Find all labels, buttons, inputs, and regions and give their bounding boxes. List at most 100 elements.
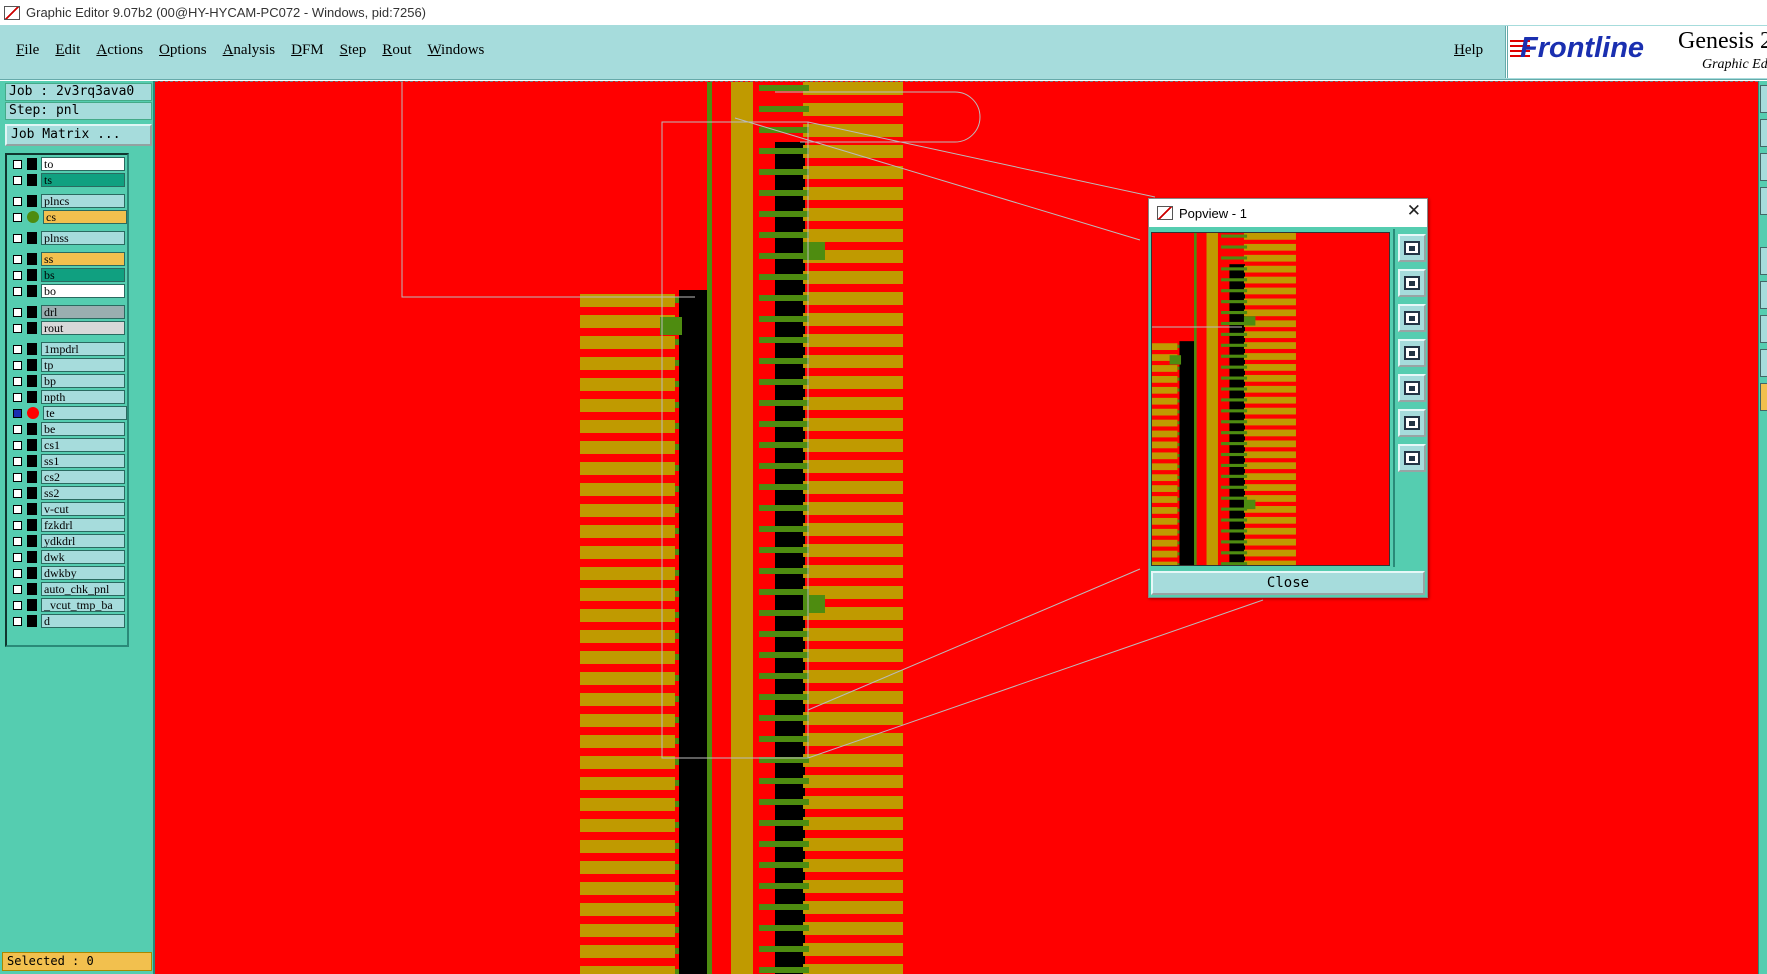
layer-checkbox[interactable] bbox=[13, 376, 22, 386]
layer-row-v-cut[interactable]: v-cut bbox=[9, 502, 127, 516]
layer-row-ts[interactable]: ts bbox=[9, 173, 127, 187]
layer-row-ss1[interactable]: ss1 bbox=[9, 454, 127, 468]
pan-right-icon[interactable] bbox=[1398, 374, 1426, 402]
layer-name[interactable]: bp bbox=[41, 374, 125, 388]
layer-name[interactable]: plncs bbox=[41, 194, 125, 208]
layer-checkbox[interactable] bbox=[13, 392, 22, 402]
layer-checkbox[interactable] bbox=[13, 616, 22, 626]
layer-row-be[interactable]: be bbox=[9, 422, 127, 436]
layer-row-dwk[interactable]: dwk bbox=[9, 550, 127, 564]
pan-down-icon[interactable] bbox=[1398, 304, 1426, 332]
layer-name[interactable]: ss1 bbox=[41, 454, 125, 468]
layer-name[interactable]: dwkby bbox=[41, 566, 125, 580]
layer-name[interactable]: be bbox=[41, 422, 125, 436]
menu-file[interactable]: File bbox=[8, 42, 47, 59]
layer-checkbox[interactable] bbox=[13, 472, 22, 482]
menu-dfm[interactable]: DFM bbox=[283, 42, 332, 59]
layer-checkbox[interactable] bbox=[13, 440, 22, 450]
layer-row-cs1[interactable]: cs1 bbox=[9, 438, 127, 452]
layer-checkbox[interactable] bbox=[13, 323, 22, 333]
layer-name[interactable]: cs2 bbox=[41, 470, 125, 484]
layer-row-cs[interactable]: cs bbox=[9, 210, 127, 224]
layer-row-plnss[interactable]: plnss bbox=[9, 231, 127, 245]
zoom-fit-icon[interactable] bbox=[1398, 234, 1426, 262]
layer-row-bp[interactable]: bp bbox=[9, 374, 127, 388]
layer-row-ss[interactable]: ss bbox=[9, 252, 127, 266]
layer-row-te[interactable]: te bbox=[9, 406, 127, 420]
menu-options[interactable]: Options bbox=[151, 42, 215, 59]
layer-checkbox[interactable] bbox=[13, 212, 22, 222]
layer-name[interactable]: cs bbox=[43, 210, 127, 224]
menu-rout[interactable]: Rout bbox=[374, 42, 419, 59]
layer-name[interactable]: bs bbox=[41, 268, 125, 282]
layer-checkbox[interactable] bbox=[13, 600, 22, 610]
layer-name[interactable]: tp bbox=[41, 358, 125, 372]
menu-actions[interactable]: Actions bbox=[88, 42, 151, 59]
menu-edit[interactable]: Edit bbox=[47, 42, 88, 59]
right-tool-button[interactable] bbox=[1760, 315, 1767, 343]
layer-name[interactable]: d bbox=[41, 614, 125, 628]
pan-left-icon[interactable] bbox=[1398, 339, 1426, 367]
layer-checkbox[interactable] bbox=[13, 175, 22, 185]
layer-name[interactable]: ss bbox=[41, 252, 125, 266]
close-icon[interactable]: ✕ bbox=[1407, 201, 1421, 221]
layer-row-to[interactable]: to bbox=[9, 157, 127, 171]
layer-name[interactable]: dwk bbox=[41, 550, 125, 564]
right-tool-button[interactable] bbox=[1760, 281, 1767, 309]
layer-checkbox[interactable] bbox=[13, 456, 22, 466]
layer-row-fzkdrl[interactable]: fzkdrl bbox=[9, 518, 127, 532]
popview-viewport[interactable] bbox=[1151, 232, 1390, 566]
layer-checkbox[interactable] bbox=[13, 196, 22, 206]
layer-row-bo[interactable]: bo bbox=[9, 284, 127, 298]
layer-checkbox[interactable] bbox=[13, 159, 22, 169]
layer-checkbox[interactable] bbox=[13, 568, 22, 578]
layer-name[interactable]: _vcut_tmp_ba bbox=[41, 598, 125, 612]
layer-row-npth[interactable]: npth bbox=[9, 390, 127, 404]
layer-name[interactable]: ts bbox=[41, 173, 125, 187]
right-tool-button[interactable] bbox=[1760, 247, 1767, 275]
layer-row-dwkby[interactable]: dwkby bbox=[9, 566, 127, 580]
layer-row-auto_chk_pnl[interactable]: auto_chk_pnl bbox=[9, 582, 127, 596]
menu-analysis[interactable]: Analysis bbox=[215, 42, 284, 59]
layer-checkbox[interactable] bbox=[13, 552, 22, 562]
menu-help[interactable]: Help bbox=[1446, 42, 1491, 59]
layer-checkbox[interactable] bbox=[13, 488, 22, 498]
layer-checkbox[interactable] bbox=[13, 520, 22, 530]
layer-row-1mpdrl[interactable]: 1mpdrl bbox=[9, 342, 127, 356]
graphic-canvas[interactable] bbox=[155, 81, 1758, 974]
layer-name[interactable]: te bbox=[43, 406, 127, 420]
layer-name[interactable]: to bbox=[41, 157, 125, 171]
layer-checkbox[interactable] bbox=[13, 270, 22, 280]
popview-close-button[interactable]: Close bbox=[1151, 571, 1425, 595]
menu-windows[interactable]: Windows bbox=[419, 42, 492, 59]
layer-checkbox[interactable] bbox=[13, 536, 22, 546]
layer-row-ydkdrl[interactable]: ydkdrl bbox=[9, 534, 127, 548]
layer-name[interactable]: bo bbox=[41, 284, 125, 298]
layer-name[interactable]: auto_chk_pnl bbox=[41, 582, 125, 596]
layer-checkbox[interactable] bbox=[13, 504, 22, 514]
layer-checkbox[interactable] bbox=[13, 254, 22, 264]
zoom-out-icon[interactable] bbox=[1398, 444, 1426, 472]
layer-checkbox[interactable] bbox=[13, 344, 22, 354]
layer-name[interactable]: plnss bbox=[41, 231, 125, 245]
layer-checkbox[interactable] bbox=[13, 360, 22, 370]
layer-name[interactable]: npth bbox=[41, 390, 125, 404]
layer-checkbox[interactable] bbox=[13, 286, 22, 296]
layer-row-ss2[interactable]: ss2 bbox=[9, 486, 127, 500]
layer-name[interactable]: v-cut bbox=[41, 502, 125, 516]
menu-step[interactable]: Step bbox=[332, 42, 375, 59]
layer-name[interactable]: drl bbox=[41, 305, 125, 319]
layer-name[interactable]: ss2 bbox=[41, 486, 125, 500]
pan-up-icon[interactable] bbox=[1398, 269, 1426, 297]
layer-row-d[interactable]: d bbox=[9, 614, 127, 628]
layer-row-cs2[interactable]: cs2 bbox=[9, 470, 127, 484]
right-tool-button[interactable] bbox=[1760, 383, 1767, 411]
layer-name[interactable]: ydkdrl bbox=[41, 534, 125, 548]
right-tool-button[interactable] bbox=[1760, 187, 1767, 215]
right-tool-button[interactable] bbox=[1760, 349, 1767, 377]
layer-checkbox[interactable] bbox=[13, 584, 22, 594]
job-matrix-button[interactable]: Job Matrix ... bbox=[5, 124, 152, 146]
layer-row-_vcut_tmp_ba[interactable]: _vcut_tmp_ba bbox=[9, 598, 127, 612]
layer-row-plncs[interactable]: plncs bbox=[9, 194, 127, 208]
layer-name[interactable]: 1mpdrl bbox=[41, 342, 125, 356]
